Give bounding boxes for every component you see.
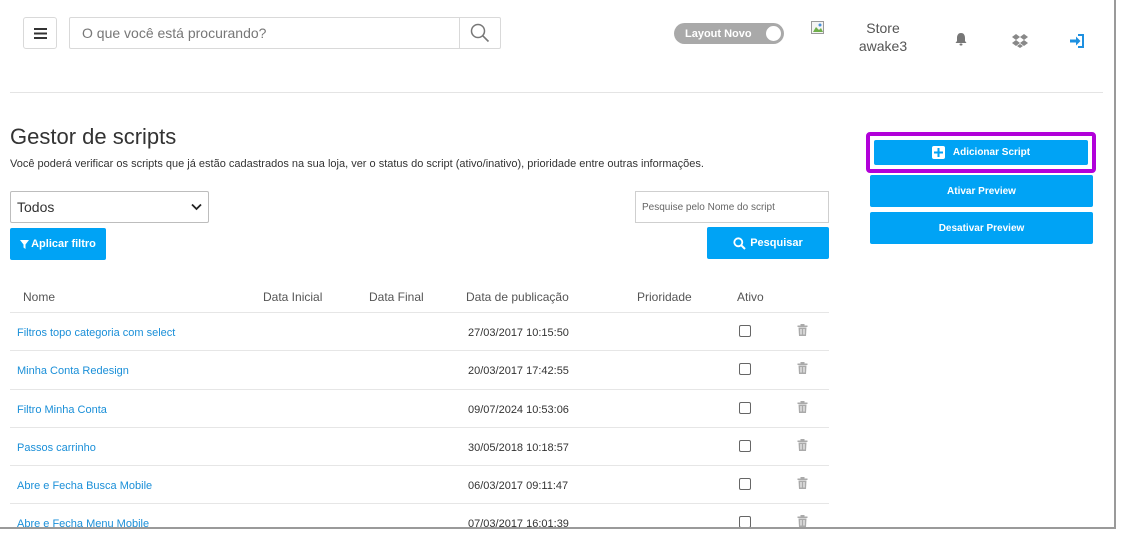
active-checkbox[interactable] — [739, 402, 751, 414]
trash-icon — [797, 362, 808, 374]
column-header-priority[interactable]: Prioridade — [637, 290, 692, 304]
status-filter-value: Todos — [17, 199, 55, 215]
layout-toggle-label: Layout Novo — [685, 27, 752, 40]
global-search: O que você está procurando? — [69, 17, 501, 49]
delete-button[interactable] — [797, 400, 808, 413]
sign-in-icon — [1070, 34, 1084, 48]
active-checkbox[interactable] — [739, 440, 751, 452]
enable-preview-button[interactable]: Ativar Preview — [870, 175, 1093, 207]
add-script-button[interactable]: Adicionar Script — [874, 140, 1088, 165]
app-window: O que você está procurando? Layout Novo … — [0, 0, 1116, 529]
script-name-link[interactable]: Passos carrinho — [17, 442, 96, 454]
search-input[interactable]: O que você está procurando? — [70, 18, 459, 48]
dropbox-icon — [1012, 34, 1028, 48]
column-header-start-date[interactable]: Data Inicial — [263, 290, 322, 304]
filter-icon — [20, 239, 30, 249]
publish-date: 07/03/2017 16:01:39 — [468, 518, 569, 529]
broken-image-icon — [811, 21, 824, 34]
apply-filter-button[interactable]: Aplicar filtro — [10, 228, 106, 260]
search-scripts-label: Pesquisar — [750, 237, 803, 249]
table-row: Abre e Fecha Menu Mobile 07/03/2017 16:0… — [10, 503, 829, 529]
menu-button[interactable] — [23, 17, 57, 49]
apply-filter-label: Aplicar filtro — [31, 238, 96, 250]
search-icon — [733, 236, 746, 250]
trash-icon — [797, 439, 808, 451]
store-name[interactable]: Store awake3 — [843, 19, 923, 55]
search-icon — [470, 23, 490, 43]
table-row: Filtros topo categoria com select 27/03/… — [10, 312, 829, 350]
script-name-search-input[interactable]: Pesquise pelo Nome do script — [635, 191, 829, 223]
table-row: Abre e Fecha Busca Mobile 06/03/2017 09:… — [10, 465, 829, 503]
table-row: Filtro Minha Conta 09/07/2024 10:53:06 — [10, 389, 829, 427]
script-name-link[interactable]: Abre e Fecha Menu Mobile — [17, 518, 149, 527]
script-name-link[interactable]: Filtros topo categoria com select — [17, 327, 175, 339]
trash-icon — [797, 401, 808, 413]
plus-square-icon — [931, 146, 945, 159]
page-title: Gestor de scripts — [10, 124, 177, 149]
store-name-line2: awake3 — [858, 38, 908, 54]
script-name-link[interactable]: Minha Conta Redesign — [17, 365, 129, 377]
disable-preview-button[interactable]: Desativar Preview — [870, 212, 1093, 244]
publish-date: 30/05/2018 10:18:57 — [468, 442, 569, 454]
enable-preview-label: Ativar Preview — [947, 185, 1016, 197]
active-checkbox[interactable] — [739, 478, 751, 490]
delete-button[interactable] — [797, 438, 808, 451]
active-checkbox[interactable] — [739, 325, 751, 337]
layout-toggle[interactable]: Layout Novo — [674, 23, 784, 44]
publish-date: 06/03/2017 09:11:47 — [468, 480, 569, 492]
store-name-line1: Store — [866, 20, 900, 36]
add-script-highlight: Adicionar Script — [866, 132, 1096, 173]
column-header-publish-date[interactable]: Data de publicação — [466, 290, 569, 304]
delete-button[interactable] — [797, 514, 808, 527]
table-row: Passos carrinho 30/05/2018 10:18:57 — [10, 427, 829, 465]
toggle-knob — [766, 26, 781, 41]
trash-icon — [797, 324, 808, 336]
store-logo — [811, 21, 825, 35]
disable-preview-label: Desativar Preview — [938, 222, 1025, 234]
table-row: Minha Conta Redesign 20/03/2017 17:42:55 — [10, 350, 829, 388]
publish-date: 09/07/2024 10:53:06 — [468, 404, 569, 416]
delete-button[interactable] — [797, 323, 808, 336]
publish-date: 20/03/2017 17:42:55 — [468, 365, 569, 377]
publish-date: 27/03/2017 10:15:50 — [468, 327, 569, 339]
delete-button[interactable] — [797, 361, 808, 374]
script-name-link[interactable]: Abre e Fecha Busca Mobile — [17, 480, 152, 492]
page-description: Você poderá verificar os scripts que já … — [10, 158, 704, 170]
add-script-label: Adicionar Script — [952, 147, 1031, 158]
delete-button[interactable] — [797, 476, 808, 489]
apps-button[interactable] — [1012, 33, 1028, 49]
active-checkbox[interactable] — [739, 516, 751, 527]
search-scripts-button[interactable]: Pesquisar — [707, 227, 829, 259]
menu-icon — [33, 27, 47, 39]
notifications-button[interactable] — [953, 31, 969, 47]
status-filter-select[interactable]: Todos — [10, 191, 209, 223]
column-header-name[interactable]: Nome — [23, 290, 55, 304]
column-header-end-date[interactable]: Data Final — [369, 290, 424, 304]
script-name-link[interactable]: Filtro Minha Conta — [17, 404, 107, 416]
header-divider — [10, 92, 1103, 93]
column-header-active[interactable]: Ativo — [737, 290, 764, 304]
trash-icon — [797, 477, 808, 489]
trash-icon — [797, 515, 808, 527]
chevron-down-icon — [191, 203, 202, 211]
bell-icon — [955, 33, 967, 46]
search-button[interactable] — [459, 18, 500, 48]
logout-button[interactable] — [1069, 33, 1085, 49]
active-checkbox[interactable] — [739, 363, 751, 375]
